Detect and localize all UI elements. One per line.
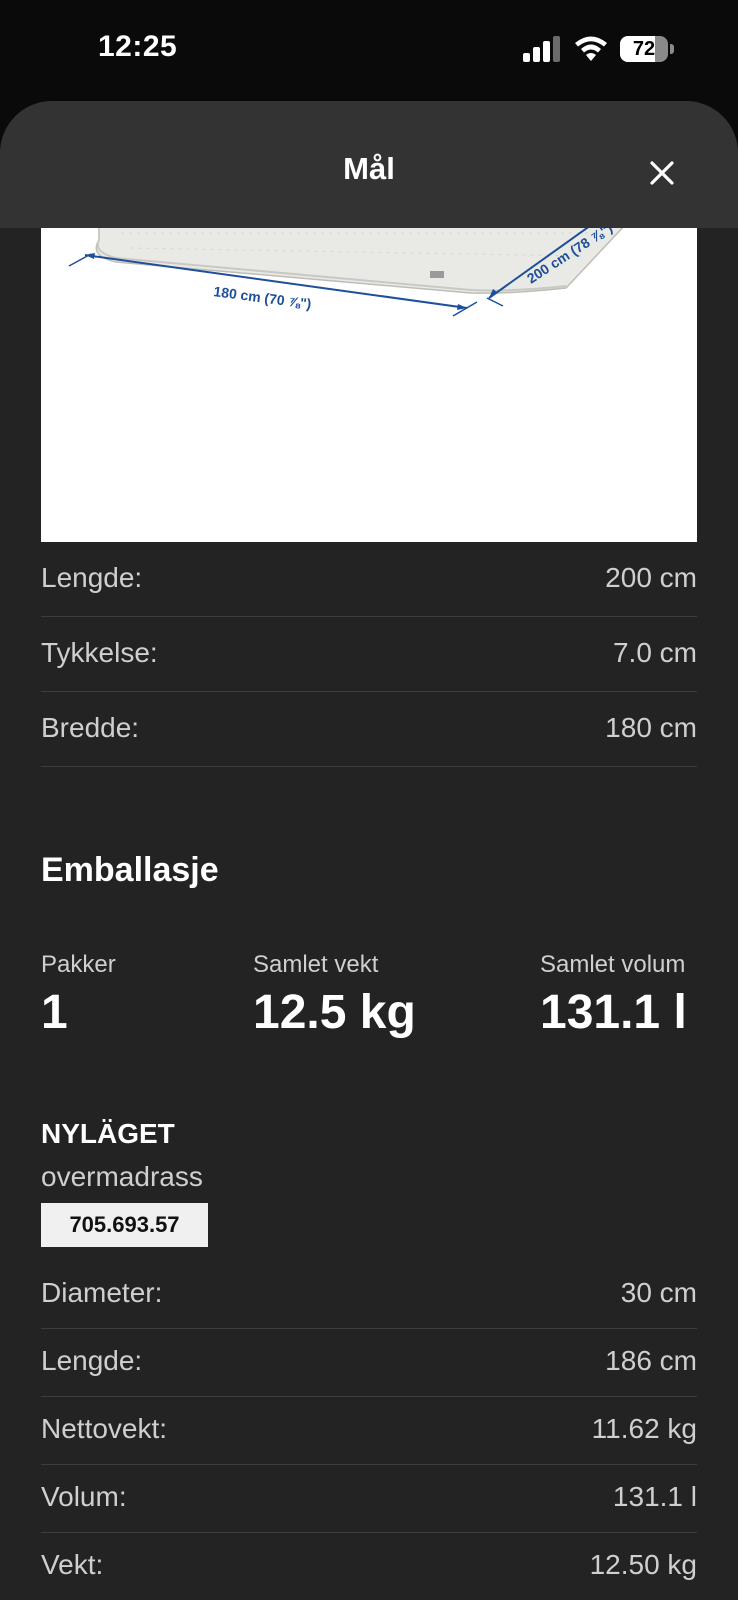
article-number-badge: 705.693.57 bbox=[41, 1203, 208, 1247]
sheet-title: Mål bbox=[343, 151, 395, 186]
spec-row-volum: Volum: 131.1 l bbox=[41, 1465, 697, 1533]
spec-label: Nettovekt: bbox=[41, 1413, 168, 1444]
total-weight: Samlet vekt 12.5 kg bbox=[253, 951, 416, 1040]
product-type: overmadrass bbox=[41, 1161, 203, 1192]
dimension-label: Tykkelse: bbox=[41, 637, 158, 668]
spec-label: Diameter: bbox=[41, 1277, 163, 1308]
sheet-header: Mål bbox=[0, 101, 738, 228]
battery-icon: 72 bbox=[620, 36, 674, 62]
product-tag bbox=[430, 271, 444, 278]
dimension-value: 7.0 cm bbox=[612, 637, 697, 668]
spec-label: Volum: bbox=[41, 1481, 127, 1512]
packages-count: Pakker 1 bbox=[41, 951, 116, 1040]
status-time: 12:25 bbox=[98, 30, 178, 63]
spec-value: 12.50 kg bbox=[589, 1549, 697, 1580]
battery-level-text: 72 bbox=[632, 38, 656, 60]
spec-value: 131.1 l bbox=[612, 1481, 697, 1512]
total-weight-value: 12.5 kg bbox=[253, 986, 416, 1039]
dimension-value: 180 cm bbox=[605, 712, 697, 743]
dimension-label: Bredde: bbox=[41, 712, 140, 743]
packaging-heading: Emballasje bbox=[41, 851, 219, 889]
spec-value: 30 cm bbox=[620, 1277, 697, 1308]
wifi-icon bbox=[575, 36, 607, 61]
close-icon bbox=[650, 161, 674, 185]
spec-row-lengde: Lengde: 186 cm bbox=[41, 1329, 697, 1397]
cellular-signal-icon bbox=[523, 36, 560, 62]
close-button[interactable] bbox=[640, 151, 684, 195]
spec-value: 186 cm bbox=[605, 1345, 697, 1376]
spec-label: Vekt: bbox=[41, 1549, 104, 1580]
width-dimension-label: 180 cm (70 ⅞") bbox=[213, 283, 313, 312]
total-volume-value: 131.1 l bbox=[540, 986, 687, 1039]
spec-label: Lengde: bbox=[41, 1345, 143, 1376]
product-dimension-image: 180 cm (70 ⅞") 200 cm (78 ⅞") bbox=[41, 228, 697, 542]
packages-label: Pakker bbox=[41, 951, 116, 978]
dimensions-sheet: Mål 180 cm (70 ⅞") 200 cm (78 ⅞") Lengde… bbox=[0, 101, 738, 1600]
packages-value: 1 bbox=[41, 986, 68, 1039]
total-volume-label: Samlet volum bbox=[540, 951, 686, 978]
dimension-label: Lengde: bbox=[41, 562, 143, 593]
spec-row-nettovekt: Nettovekt: 11.62 kg bbox=[41, 1397, 697, 1465]
status-bar: 12:25 72 bbox=[0, 0, 738, 100]
total-weight-label: Samlet vekt bbox=[253, 951, 379, 978]
dimension-row-tykkelse: Tykkelse: 7.0 cm bbox=[41, 617, 697, 692]
dimension-value: 200 cm bbox=[605, 562, 697, 593]
spec-row-diameter: Diameter: 30 cm bbox=[41, 1261, 697, 1329]
spec-value: 11.62 kg bbox=[591, 1413, 697, 1444]
spec-row-vekt: Vekt: 12.50 kg bbox=[41, 1533, 697, 1600]
total-volume: Samlet volum 131.1 l bbox=[540, 951, 687, 1040]
dimension-row-bredde: Bredde: 180 cm bbox=[41, 692, 697, 767]
product-name: NYLÄGET bbox=[41, 1118, 175, 1149]
dimension-row-lengde: Lengde: 200 cm bbox=[41, 542, 697, 617]
